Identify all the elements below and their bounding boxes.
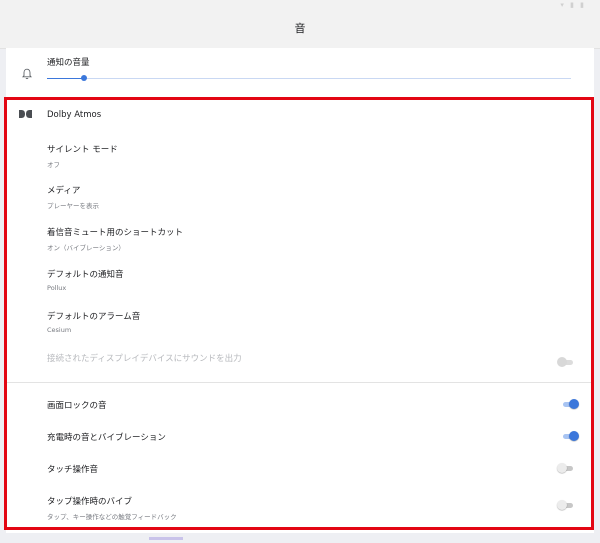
toggle-knob xyxy=(557,463,567,473)
section-divider xyxy=(7,382,591,383)
volume-thumb[interactable] xyxy=(80,75,87,81)
app-bar: 音 xyxy=(0,10,600,49)
cast-display-title: 接続されたディスプレイデバイスにサウンドを出力 xyxy=(47,354,242,364)
tap-vibrate-toggle[interactable] xyxy=(557,500,575,510)
screen-lock-sound-title: 画面ロックの音 xyxy=(47,401,107,411)
screen-lock-sound-item[interactable]: 画面ロックの音 xyxy=(47,399,107,411)
touch-sound-item[interactable]: タッチ操作音 xyxy=(47,463,98,475)
default-notification-title: デフォルトの通知音 xyxy=(47,270,124,280)
toggle-knob xyxy=(569,399,579,409)
cast-display-item: 接続されたディスプレイデバイスにサウンドを出力 xyxy=(47,352,242,364)
silent-mode-title: サイレント モード xyxy=(47,145,118,155)
default-notification-item[interactable]: デフォルトの通知音 Pollux xyxy=(47,268,124,292)
media-title: メディア xyxy=(47,186,81,196)
default-alarm-title: デフォルトのアラーム音 xyxy=(47,312,141,322)
bell-icon xyxy=(22,68,32,80)
notification-volume-slider[interactable] xyxy=(47,75,571,81)
bottom-tab-indicator xyxy=(149,537,183,540)
tap-vibrate-subtitle: タップ、キー操作などの触覚フィードバック xyxy=(47,513,177,521)
default-alarm-item[interactable]: デフォルトのアラーム音 Cesium xyxy=(47,310,140,334)
notification-volume-label: 通知の音量 xyxy=(47,58,90,68)
silent-mode-item[interactable]: サイレント モード オフ xyxy=(47,143,118,169)
status-icons: ▾ ▮ ▮ xyxy=(560,1,586,9)
media-value: プレーヤーを表示 xyxy=(47,202,99,210)
mute-shortcut-title: 着信音ミュート用のショートカット xyxy=(47,228,184,238)
charging-sound-item[interactable]: 充電時の音とバイブレーション xyxy=(47,431,166,443)
toggle-knob xyxy=(557,500,567,510)
toggle-knob xyxy=(569,431,579,441)
silent-mode-value: オフ xyxy=(47,161,60,169)
cast-display-toggle xyxy=(557,357,575,367)
charging-sound-toggle[interactable] xyxy=(561,431,579,441)
screen-lock-sound-toggle[interactable] xyxy=(561,399,579,409)
mute-shortcut-value: オン（バイブレーション） xyxy=(47,244,125,252)
dolby-icon xyxy=(19,110,32,118)
status-bar: ▾ ▮ ▮ xyxy=(0,0,600,10)
media-item[interactable]: メディア プレーヤーを表示 xyxy=(47,184,99,210)
default-notification-value: Pollux xyxy=(47,284,67,292)
touch-sound-title: タッチ操作音 xyxy=(47,465,99,475)
volume-fill xyxy=(47,78,84,79)
tap-vibrate-title: タップ操作時のバイブ xyxy=(47,497,133,507)
charging-sound-title: 充電時の音とバイブレーション xyxy=(47,433,166,443)
mute-shortcut-item[interactable]: 着信音ミュート用のショートカット オン（バイブレーション） xyxy=(47,226,183,252)
touch-sound-toggle[interactable] xyxy=(557,463,575,473)
toggle-knob xyxy=(557,357,567,367)
page-title: 音 xyxy=(294,22,306,35)
dolby-atmos-label: Dolby Atmos xyxy=(47,110,102,120)
dolby-atmos-item[interactable]: Dolby Atmos xyxy=(47,110,101,120)
tap-vibrate-item[interactable]: タップ操作時のバイブ タップ、キー操作などの触覚フィードバック xyxy=(47,495,177,521)
default-alarm-value: Cesium xyxy=(47,326,72,334)
